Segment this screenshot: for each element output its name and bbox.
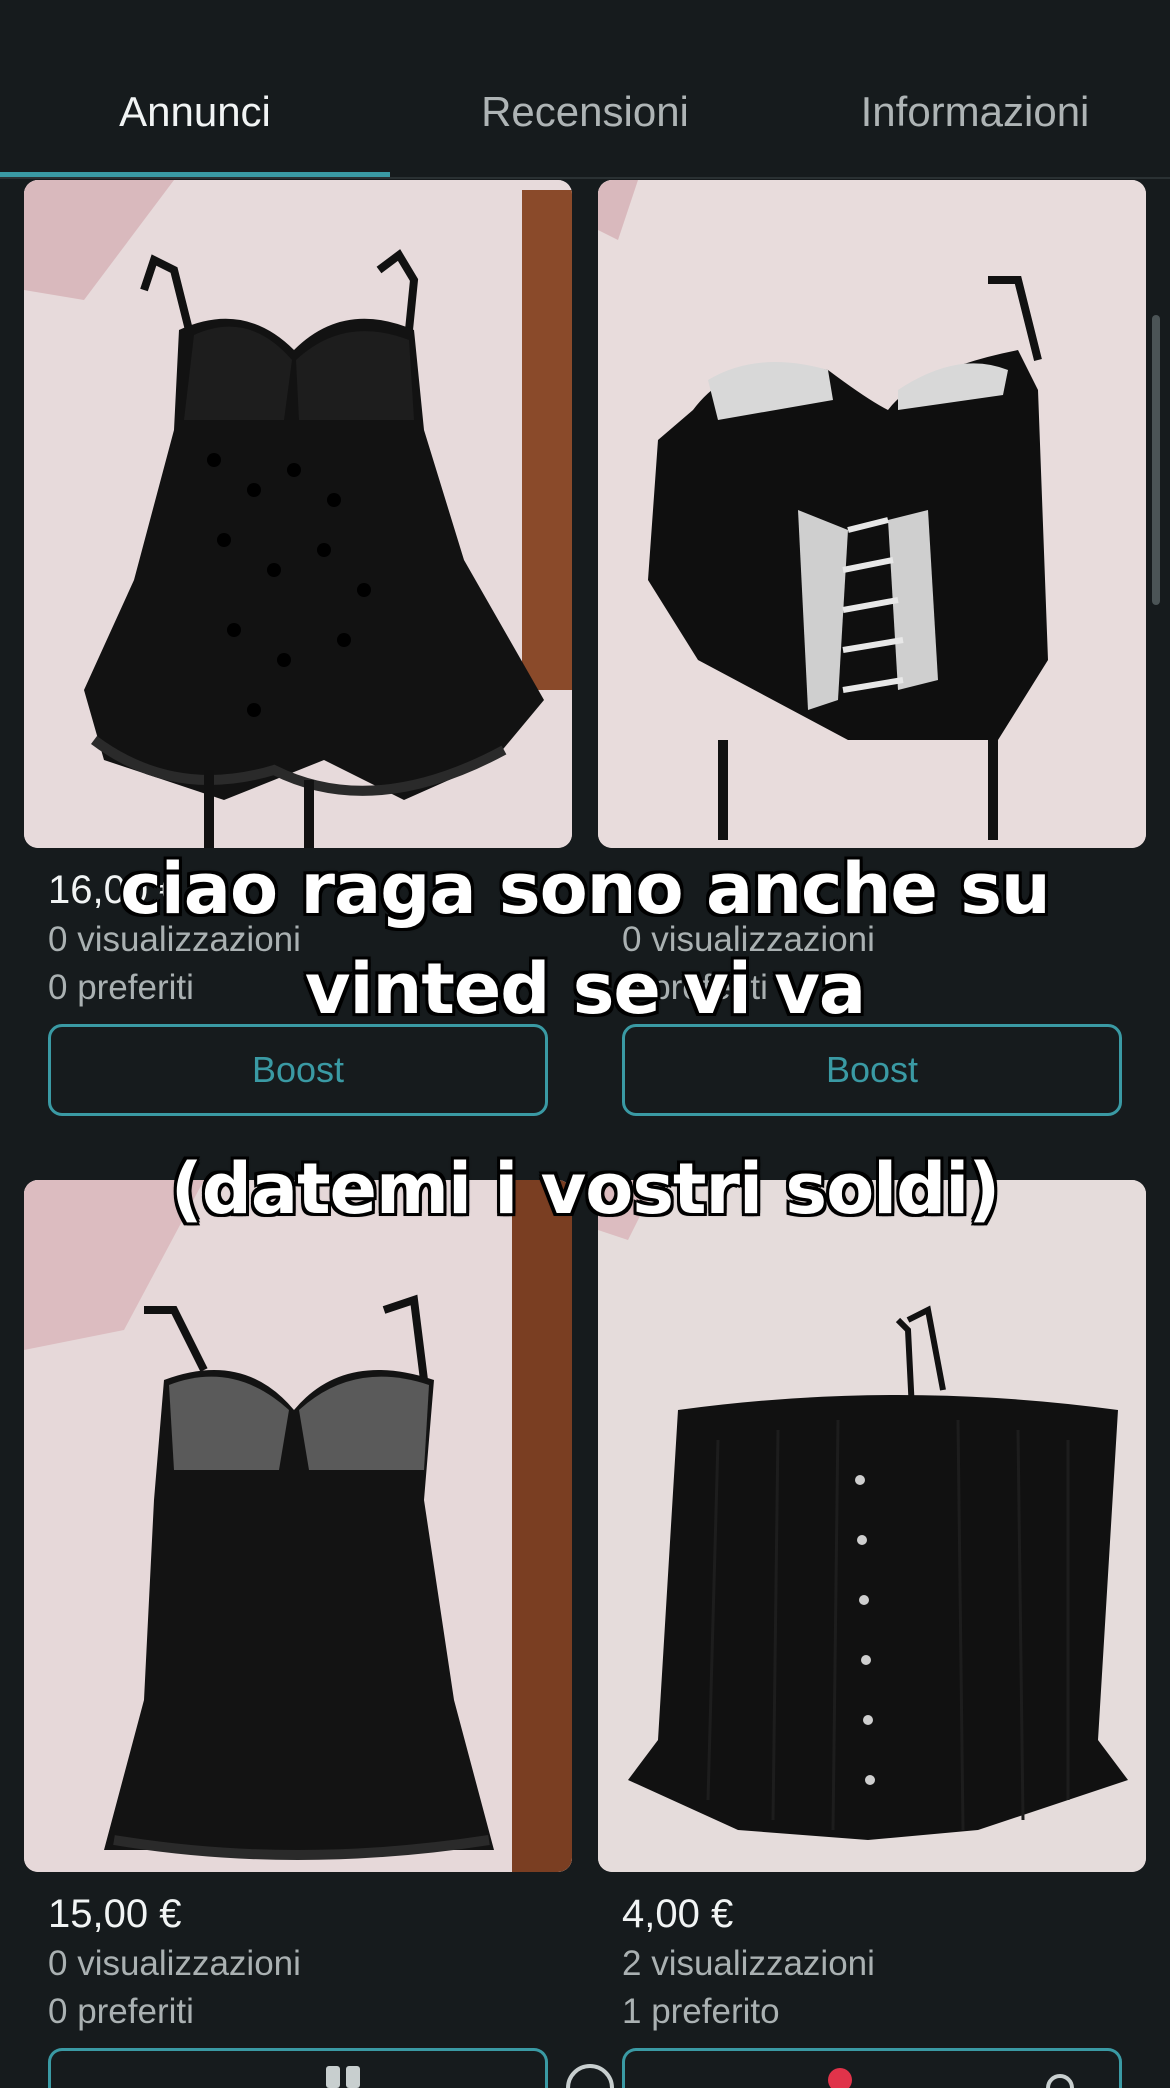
caption-line-1: ciao raga sono anche su	[120, 848, 1050, 930]
profile-tabs: Annunci Recensioni Informazioni	[0, 0, 1170, 179]
inbox-icon[interactable]	[320, 2058, 380, 2088]
listing-photo-1[interactable]	[24, 180, 572, 848]
boost-button-1[interactable]: Boost	[48, 1024, 548, 1116]
listing-favorites-4: 1 preferito	[622, 1992, 780, 2031]
listing-price-4: 4,00 €	[622, 1892, 734, 1936]
profile-icon[interactable]	[1040, 2058, 1080, 2088]
tab-annunci[interactable]: Annunci	[119, 88, 271, 136]
caption-line-2: vinted se vi va	[304, 948, 866, 1030]
listing-photo-3[interactable]	[24, 1180, 572, 1872]
listing-price-3: 15,00 €	[48, 1892, 182, 1936]
tab-recensioni[interactable]: Recensioni	[481, 88, 689, 136]
scrollbar[interactable]	[1152, 315, 1160, 605]
listing-views-4: 2 visualizzazioni	[622, 1944, 875, 1983]
tabs-divider	[0, 177, 1170, 179]
boost-button-2[interactable]: Boost	[622, 1024, 1122, 1116]
sell-icon[interactable]	[560, 2058, 620, 2088]
listing-views-3: 0 visualizzazioni	[48, 1944, 301, 1983]
caption-line-3: (datemi i vostri soldi)	[170, 1148, 1001, 1230]
tab-informazioni[interactable]: Informazioni	[861, 88, 1090, 136]
boost-button-3[interactable]	[48, 2048, 548, 2088]
listing-favorites-3: 0 preferiti	[48, 1992, 194, 2031]
listing-photo-4[interactable]	[598, 1180, 1146, 1872]
notification-badge	[828, 2068, 852, 2088]
listing-photo-2[interactable]	[598, 180, 1146, 848]
